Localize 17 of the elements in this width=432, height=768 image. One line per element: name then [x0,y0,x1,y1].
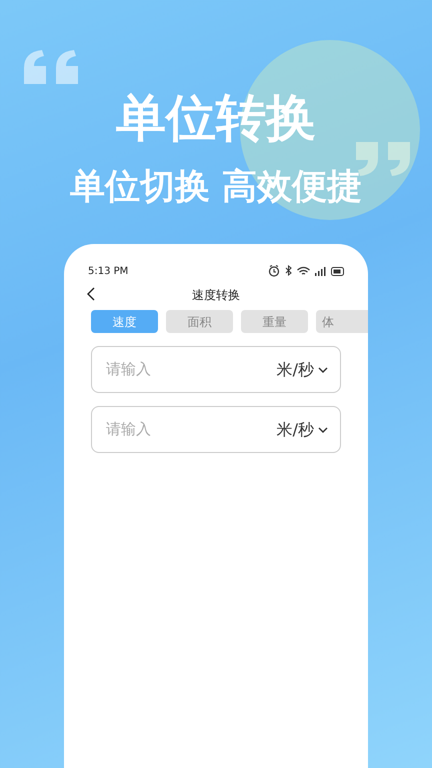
battery-icon [331,266,344,276]
bluetooth-icon [285,265,292,277]
input-field[interactable]: 请输入 米/秒 [91,346,341,393]
input-field[interactable]: 请输入 米/秒 [91,406,341,453]
unit-dropdown[interactable]: 米/秒 [276,358,328,382]
status-time: 5:13 PM [88,264,128,278]
chevron-down-icon [318,366,328,372]
wifi-icon [297,266,310,276]
back-button[interactable] [86,287,96,301]
signal-icon [315,266,326,276]
subtitle: 单位切换 高效便捷 [70,166,362,209]
page-title: 速度转换 [192,287,240,304]
back-chevron-icon [86,287,96,301]
alarm-clock-icon [268,265,280,277]
unit-dropdown[interactable]: 米/秒 [276,418,328,442]
headline: 单位转换 [116,88,316,149]
chevron-down-icon [318,426,328,432]
